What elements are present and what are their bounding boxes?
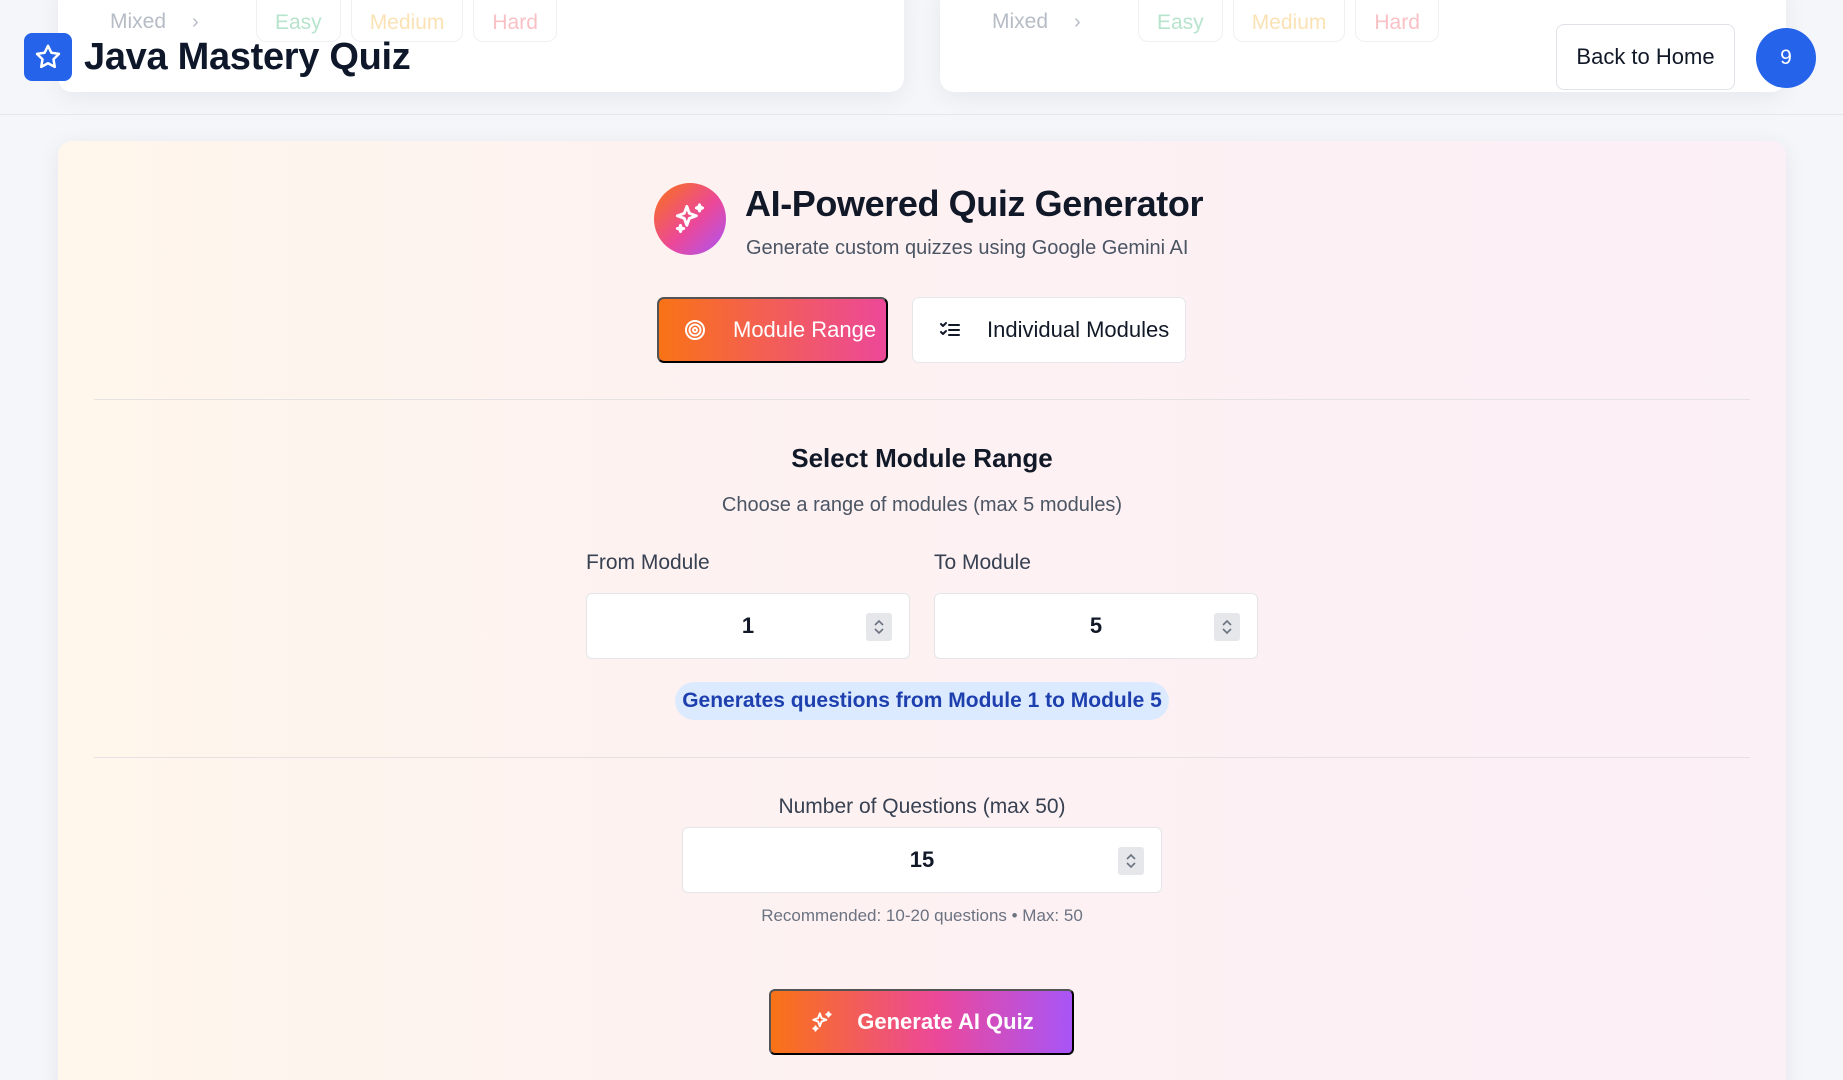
from-module-stepper[interactable] bbox=[866, 613, 892, 641]
from-module-input[interactable]: 1 bbox=[586, 593, 910, 659]
question-count-value: 15 bbox=[909, 847, 935, 872]
app-header: Java Mastery Quiz Back to Home 9 bbox=[0, 0, 1843, 115]
mode-label: Individual Modules bbox=[987, 317, 1170, 342]
question-count-hint: Recommended: 10-20 questions • Max: 50 bbox=[761, 906, 1083, 925]
generate-button-label: Generate AI Quiz bbox=[857, 1009, 1034, 1034]
app-title: Java Mastery Quiz bbox=[84, 36, 411, 78]
chevron-up-icon[interactable] bbox=[873, 619, 885, 627]
chevron-up-icon[interactable] bbox=[1125, 853, 1137, 861]
from-module-label: From Module bbox=[586, 551, 710, 574]
ai-quiz-generator-card: AI-Powered Quiz Generator Generate custo… bbox=[58, 141, 1786, 1080]
divider bbox=[94, 757, 1750, 758]
range-section-subtitle: Choose a range of modules (max 5 modules… bbox=[721, 494, 1123, 516]
sparkles-icon bbox=[675, 203, 705, 234]
mode-module-range-button[interactable]: Module Range bbox=[657, 297, 888, 363]
chevron-down-icon[interactable] bbox=[1125, 861, 1137, 869]
generate-ai-quiz-button[interactable]: Generate AI Quiz bbox=[769, 989, 1074, 1055]
question-count-stepper[interactable] bbox=[1118, 847, 1144, 875]
sparkles-icon bbox=[812, 1011, 832, 1032]
range-section-title: Select Module Range bbox=[791, 443, 1053, 473]
to-module-label: To Module bbox=[934, 551, 1031, 574]
generator-title: AI-Powered Quiz Generator bbox=[745, 183, 1204, 224]
checklist-icon bbox=[940, 322, 960, 336]
mode-label: Module Range bbox=[733, 317, 877, 342]
to-module-input[interactable]: 5 bbox=[934, 593, 1258, 659]
from-module-value: 1 bbox=[741, 613, 755, 638]
question-count-input[interactable]: 15 bbox=[682, 827, 1162, 893]
range-summary-badge: Generates questions from Module 1 to Mod… bbox=[675, 682, 1169, 720]
avatar[interactable]: 9 bbox=[1756, 28, 1816, 88]
to-module-value: 5 bbox=[1089, 613, 1103, 638]
back-to-home-button[interactable]: Back to Home bbox=[1556, 24, 1735, 90]
star-icon bbox=[35, 44, 61, 69]
app-logo bbox=[24, 33, 72, 81]
to-module-stepper[interactable] bbox=[1214, 613, 1240, 641]
divider bbox=[94, 399, 1750, 400]
chevron-down-icon[interactable] bbox=[873, 627, 885, 635]
generator-badge bbox=[654, 183, 726, 255]
chevron-up-icon[interactable] bbox=[1221, 619, 1233, 627]
target-icon bbox=[685, 320, 705, 340]
generator-subtitle: Generate custom quizzes using Google Gem… bbox=[746, 237, 1189, 259]
chevron-down-icon[interactable] bbox=[1221, 627, 1233, 635]
mode-individual-modules-button[interactable]: Individual Modules bbox=[912, 297, 1186, 363]
question-count-label: Number of Questions (max 50) bbox=[778, 795, 1066, 818]
